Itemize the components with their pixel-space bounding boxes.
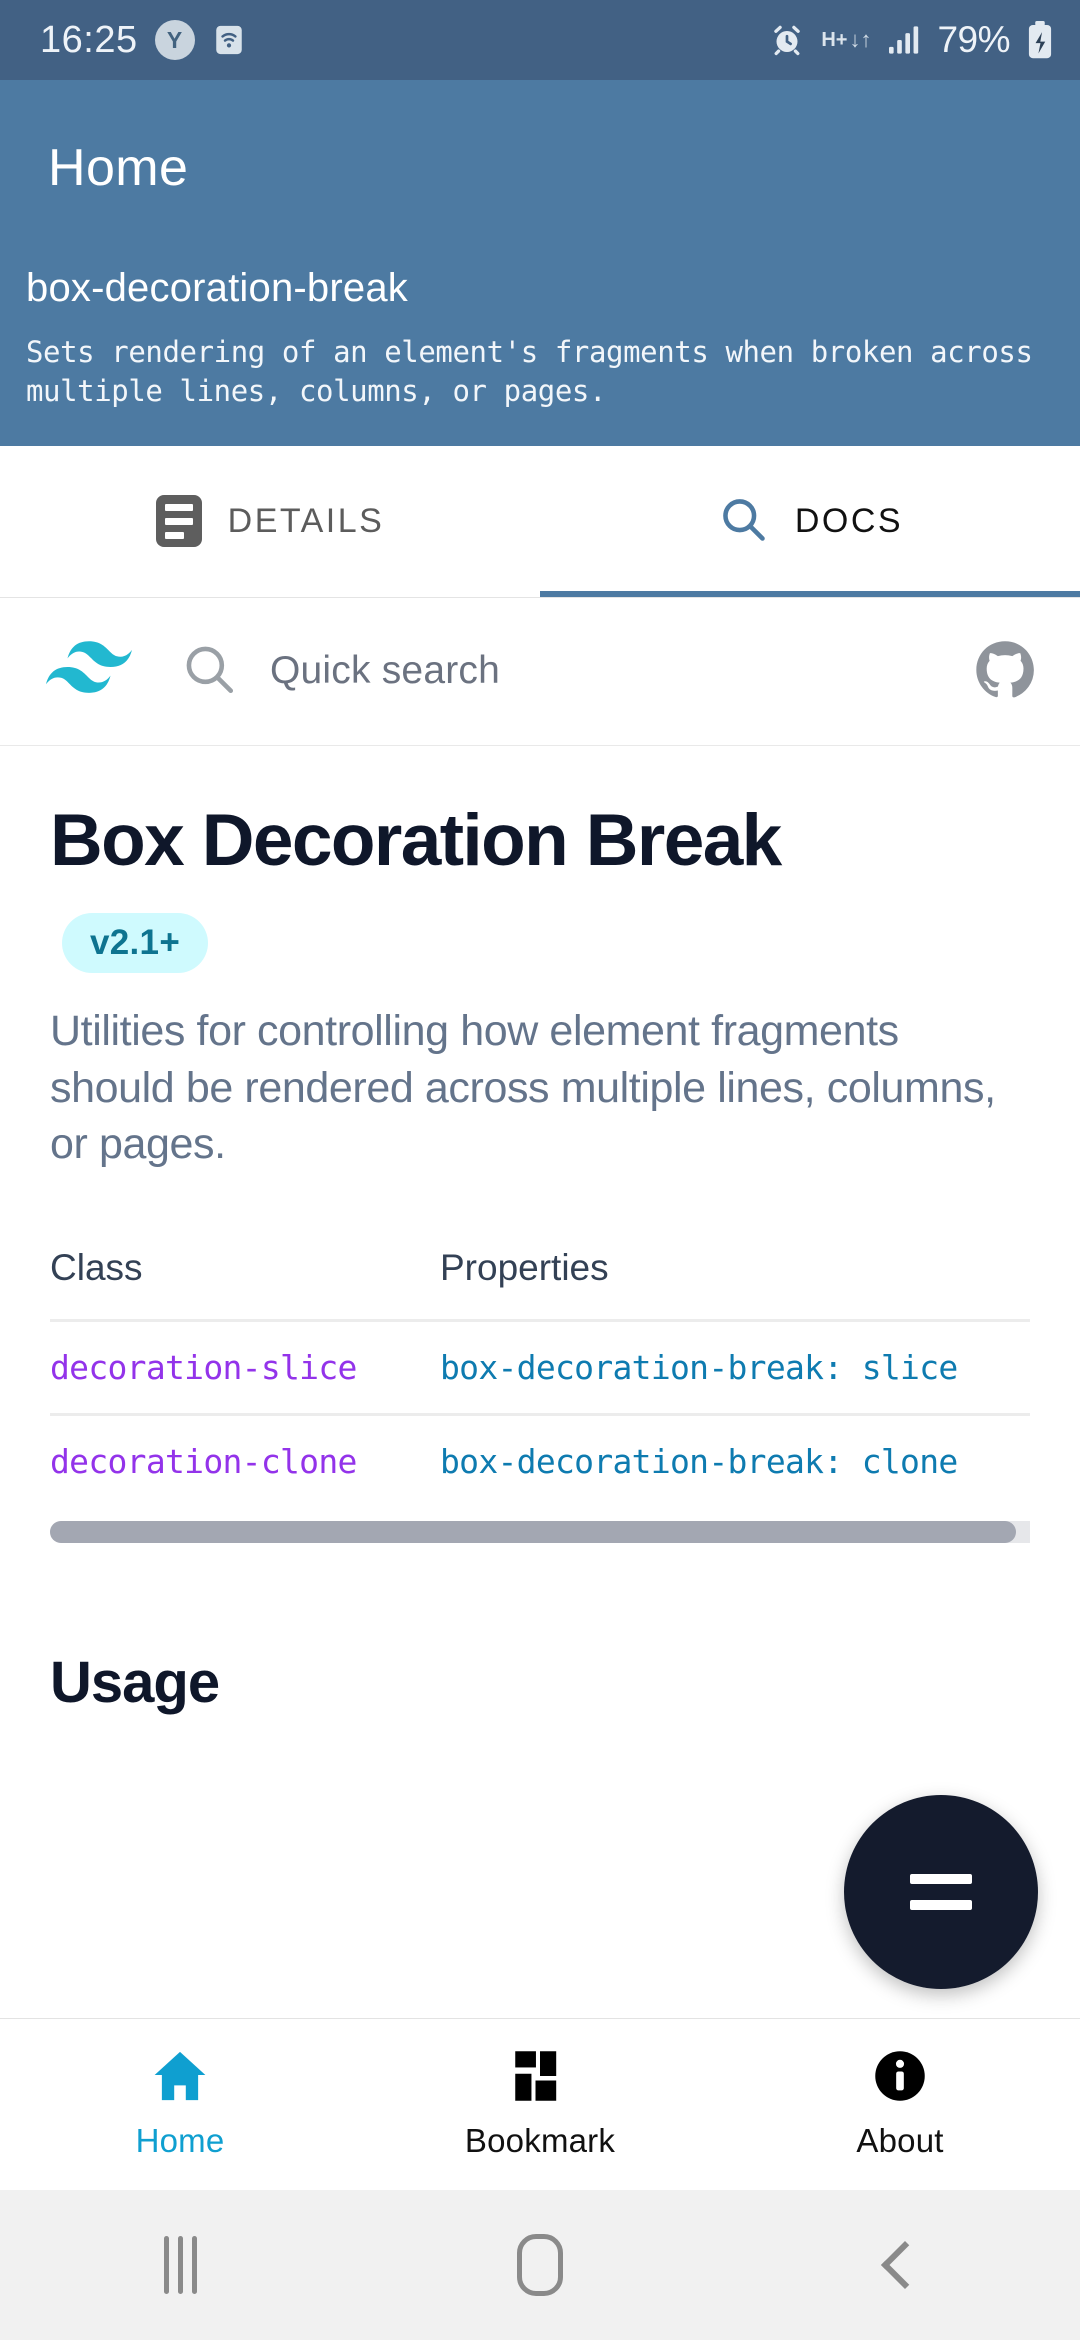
table-header-properties: Properties	[440, 1247, 609, 1289]
wifi-icon	[212, 23, 246, 57]
dashboard-grid-icon	[513, 2049, 567, 2108]
scrollbar-thumb[interactable]	[50, 1521, 1016, 1544]
status-bar-left: 16:25 Y	[40, 19, 246, 62]
doc-description: Utilities for controlling how element fr…	[50, 1006, 996, 1169]
network-type-icon: H+ ↓↑	[821, 27, 872, 52]
table-cell-class: decoration-slice	[50, 1348, 357, 1388]
battery-charging-icon	[1026, 21, 1054, 59]
entry-description: Sets rendering of an element's fragments…	[26, 335, 1033, 409]
tailwind-logo-icon[interactable]	[46, 641, 132, 701]
bottom-nav-about-label: About	[856, 2122, 944, 2159]
page-title: Home	[48, 139, 189, 197]
menu-equals-icon[interactable]	[844, 1795, 1038, 1989]
tab-active-indicator	[540, 590, 1080, 597]
table-header-class: Class	[50, 1247, 143, 1289]
tab-docs-label: DOCS	[794, 501, 904, 540]
recents-icon[interactable]	[0, 2236, 360, 2294]
article-icon	[155, 495, 202, 548]
tab-bar: DETAILS DOCS	[0, 445, 1080, 598]
table-cell-class: decoration-clone	[50, 1442, 357, 1482]
profile-badge-icon: Y	[154, 20, 195, 60]
github-icon[interactable]	[974, 640, 1036, 702]
usage-heading: Usage	[50, 1650, 220, 1716]
tab-details[interactable]: DETAILS	[0, 446, 540, 597]
home-button-icon[interactable]	[360, 2234, 720, 2296]
bottom-nav-about[interactable]: About	[720, 2049, 1080, 2160]
search-icon	[717, 493, 769, 550]
signal-bars-icon	[887, 25, 921, 55]
search-icon[interactable]	[180, 640, 238, 703]
app-header: Home box-decoration-break Sets rendering…	[0, 80, 1080, 446]
fab-bar-top	[910, 1874, 972, 1884]
data-transfer-icon: ↓↑	[849, 27, 872, 52]
app-title-bar: Home	[0, 80, 1080, 256]
table-cell-properties: box-decoration-break: slice	[440, 1348, 958, 1388]
table-row: decoration-clone box-decoration-break: c…	[50, 1414, 1030, 1508]
bottom-nav-bookmark-label: Bookmark	[464, 2122, 616, 2159]
home-icon	[151, 2049, 209, 2108]
docs-toolbar: Quick search	[0, 597, 1080, 746]
status-bar-right: H+ ↓↑ 79%	[769, 19, 1054, 61]
bottom-nav-bookmark[interactable]: Bookmark	[360, 2049, 720, 2160]
fab-bar-bottom	[910, 1900, 972, 1910]
table-cell-properties: box-decoration-break: clone	[440, 1442, 958, 1482]
info-circle-icon	[873, 2049, 927, 2108]
table-row: decoration-slice box-decoration-break: s…	[50, 1320, 1030, 1415]
quick-search-input[interactable]: Quick search	[270, 649, 974, 693]
battery-percent: 79%	[937, 19, 1010, 60]
alarm-icon	[769, 22, 805, 58]
class-table-wrapper: Class Properties decoration-slice box-de…	[50, 1247, 1030, 1544]
table-horizontal-scrollbar[interactable]	[50, 1521, 1030, 1544]
entry-name: box-decoration-break	[26, 266, 408, 310]
doc-title: Box Decoration Break	[50, 799, 782, 881]
tab-details-label: DETAILS	[227, 501, 385, 540]
android-navigation-bar	[0, 2190, 1080, 2340]
class-table: Class Properties decoration-slice box-de…	[50, 1247, 1030, 1507]
back-icon[interactable]	[720, 2240, 1080, 2290]
status-bar: 16:25 Y H+ ↓↑ 79%	[0, 0, 1080, 80]
entry-summary: box-decoration-break Sets rendering of a…	[0, 256, 1080, 446]
table-header-row: Class Properties	[50, 1247, 1030, 1321]
bottom-nav-home-label: Home	[135, 2122, 225, 2159]
doc-content: Box Decoration Break v2.1+ Utilities for…	[0, 799, 1080, 1717]
version-badge: v2.1+	[62, 912, 209, 973]
status-bar-clock: 16:25	[40, 18, 138, 61]
tab-docs[interactable]: DOCS	[540, 446, 1080, 597]
bottom-navigation: Home Bookmark About	[0, 2018, 1080, 2190]
bottom-nav-home[interactable]: Home	[0, 2049, 360, 2160]
